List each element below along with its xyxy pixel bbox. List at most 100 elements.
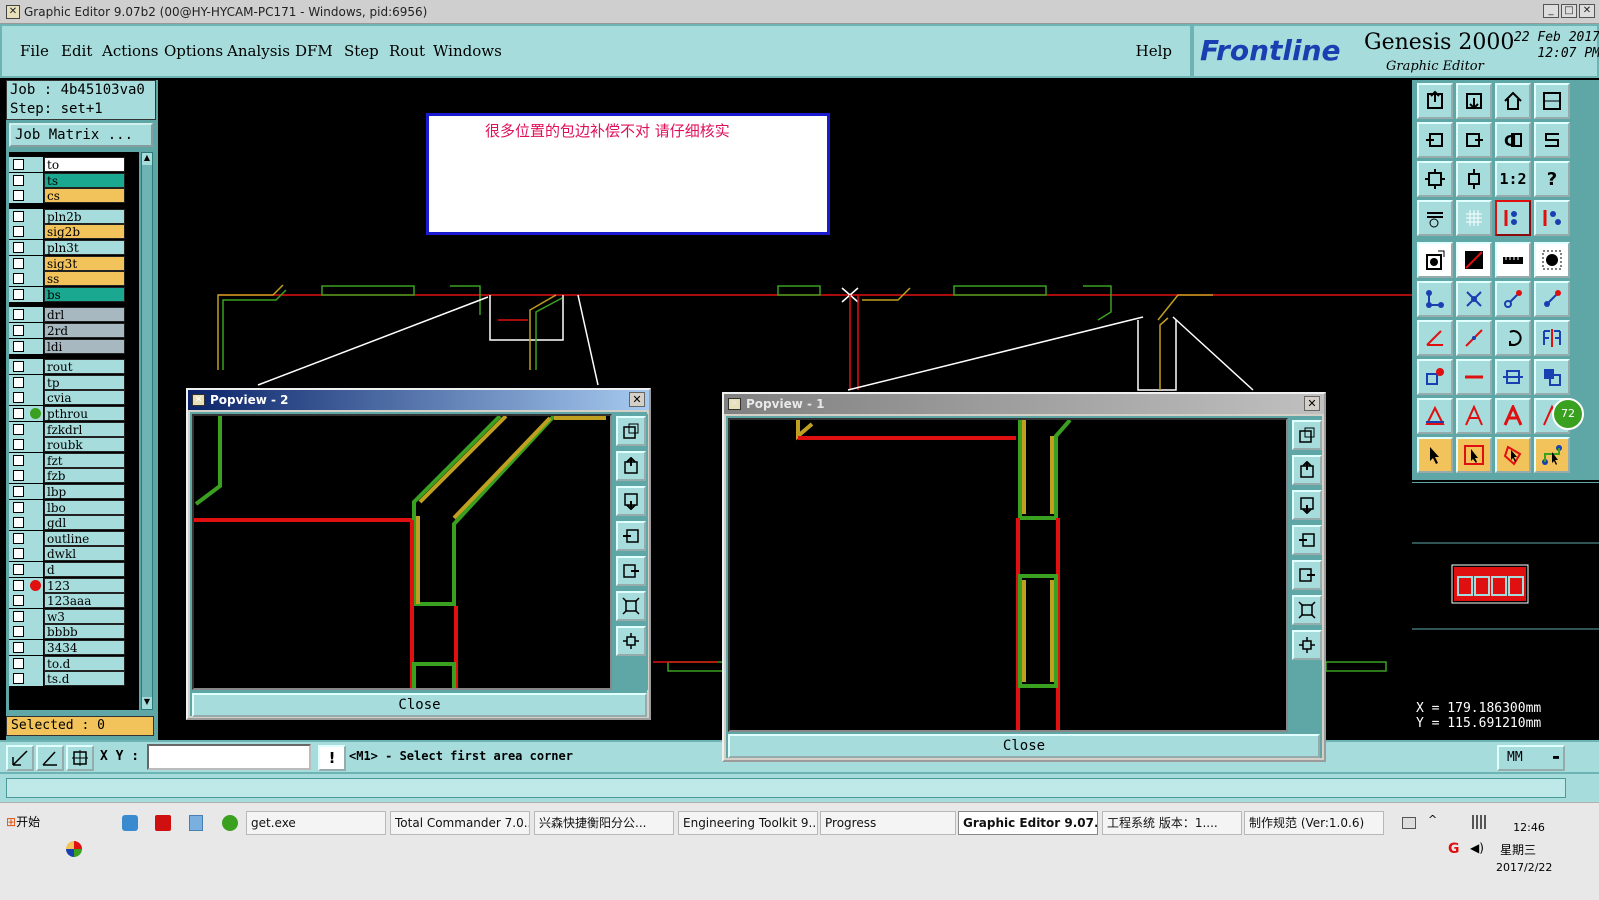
pop-zoom-box-icon[interactable] xyxy=(616,416,646,446)
grid-snap-icon[interactable] xyxy=(66,745,94,771)
pop-fit-icon[interactable] xyxy=(616,591,646,621)
grid-icon[interactable] xyxy=(1456,200,1492,236)
layer-checkbox[interactable] xyxy=(13,361,24,373)
layer-checkbox[interactable] xyxy=(13,673,24,685)
popview-2-view[interactable] xyxy=(192,414,612,690)
layer-row[interactable]: to.d xyxy=(9,655,139,671)
layer-checkbox[interactable] xyxy=(13,454,24,466)
menu-dfm[interactable]: DFM xyxy=(295,42,333,60)
layer-name[interactable]: drl xyxy=(44,307,125,323)
layer-name[interactable]: pln2b xyxy=(44,208,125,224)
layer-name[interactable]: gdl xyxy=(44,515,125,531)
popview-1-view[interactable] xyxy=(728,418,1288,732)
layer-name[interactable]: 123 xyxy=(44,577,125,593)
calculator-icon[interactable] xyxy=(189,815,203,831)
pop-pan-down-icon[interactable] xyxy=(616,486,646,516)
pop-pan-left-icon[interactable] xyxy=(1292,525,1322,555)
layer-row[interactable]: 123 xyxy=(9,577,139,593)
network-icon[interactable] xyxy=(1472,815,1488,829)
layer-row[interactable]: ts xyxy=(9,172,139,188)
layer-name[interactable]: d xyxy=(44,562,125,577)
net-select-icon[interactable] xyxy=(1534,200,1570,236)
tray-app-icon[interactable]: G xyxy=(1448,841,1460,857)
task-progress[interactable]: Progress xyxy=(820,811,956,835)
layer-name[interactable]: lbo xyxy=(44,499,125,515)
undo-zoom-icon[interactable]: ꓷ xyxy=(1495,122,1531,158)
layer-name[interactable]: 2rd xyxy=(44,323,125,338)
layer-name[interactable]: ss xyxy=(44,271,125,287)
layer-name[interactable]: bs xyxy=(44,286,125,302)
minimize-button[interactable]: _ xyxy=(1543,4,1559,18)
layer-row[interactable]: ss xyxy=(9,271,139,287)
layer-row[interactable]: cs xyxy=(9,188,139,204)
measure-tool-icon[interactable] xyxy=(1417,200,1453,236)
layer-name[interactable]: tp xyxy=(44,374,125,390)
popview-2-close-button[interactable]: Close xyxy=(192,693,647,717)
cross-nodes-icon[interactable] xyxy=(1456,281,1492,317)
layer-checkbox[interactable] xyxy=(13,548,24,560)
layer-checkbox[interactable] xyxy=(13,470,24,482)
add-line-icon[interactable] xyxy=(1495,281,1531,317)
popview-2-close-icon[interactable]: ✕ xyxy=(629,392,645,407)
keyboard-icon[interactable] xyxy=(1402,817,1416,829)
task-get-exe[interactable]: get.exe xyxy=(246,811,386,835)
browser-icon[interactable] xyxy=(222,815,238,831)
layer-scrollbar[interactable]: ▲ ▼ xyxy=(141,152,153,710)
layer-name[interactable]: pthrou xyxy=(44,406,125,421)
task-engineering-toolkit[interactable]: Engineering Toolkit 9.... xyxy=(678,811,818,835)
menu-step[interactable]: Step xyxy=(344,42,379,60)
layer-row[interactable]: roubk xyxy=(9,437,139,453)
pop-pan-down-icon[interactable] xyxy=(1292,490,1322,520)
select-pointer-icon[interactable] xyxy=(1417,437,1453,473)
xy-input[interactable] xyxy=(147,744,311,770)
menu-analysis[interactable]: Analysis xyxy=(227,42,290,60)
layer-name[interactable]: lbp xyxy=(44,484,125,499)
layer-name[interactable]: pln3t xyxy=(44,240,125,255)
diagonal-line-icon[interactable] xyxy=(1456,320,1492,356)
task-production-spec[interactable]: 制作规范 (Ver:1.0.6) xyxy=(1244,811,1384,835)
layer-row[interactable]: sig3t xyxy=(9,255,139,271)
pop-pan-right-icon[interactable] xyxy=(616,556,646,586)
pop-pan-left-icon[interactable] xyxy=(616,521,646,551)
text-tool-icon[interactable] xyxy=(1417,398,1453,434)
snap-icon[interactable] xyxy=(1534,122,1570,158)
layer-row[interactable]: ldi xyxy=(9,338,139,354)
overview-map[interactable] xyxy=(1412,482,1599,692)
layer-row[interactable]: 2rd xyxy=(9,323,139,338)
window-layout-icon[interactable] xyxy=(1534,83,1570,119)
layer-name[interactable]: ts.d xyxy=(44,671,125,687)
layer-name[interactable]: outline xyxy=(44,530,125,546)
connect-nodes-icon[interactable] xyxy=(1417,281,1453,317)
layer-name[interactable]: sig3t xyxy=(44,255,125,271)
net-highlight-icon[interactable] xyxy=(1495,200,1531,236)
zoom-left-icon[interactable] xyxy=(1417,122,1453,158)
menu-options[interactable]: Options xyxy=(164,42,223,60)
add-arc-icon[interactable] xyxy=(1534,281,1570,317)
layer-name[interactable]: fzb xyxy=(44,468,125,484)
layer-row[interactable]: sig2b xyxy=(9,224,139,240)
layer-row[interactable]: pln3t xyxy=(9,240,139,255)
layer-row[interactable]: dwkl xyxy=(9,546,139,562)
layer-row[interactable]: w3 xyxy=(9,608,139,624)
job-matrix-button[interactable]: Job Matrix ... xyxy=(9,123,153,147)
pop-fit-icon[interactable] xyxy=(1292,595,1322,625)
volume-icon[interactable]: ◀) xyxy=(1470,841,1484,855)
popview-1-titlebar[interactable]: ✕ Popview - 1 xyxy=(724,394,1324,414)
zoom-right-icon[interactable] xyxy=(1456,122,1492,158)
popview-1-close-icon[interactable]: ✕ xyxy=(1304,396,1320,411)
open-step-icon[interactable] xyxy=(1417,83,1453,119)
layer-row[interactable]: d xyxy=(9,562,139,577)
layer-row[interactable]: 123aaa xyxy=(9,593,139,609)
layer-row[interactable]: outline xyxy=(9,530,139,546)
scroll-down-arrow-icon[interactable]: ▼ xyxy=(142,697,152,709)
surface-feature-icon[interactable] xyxy=(1456,242,1492,278)
layer-name[interactable]: roubk xyxy=(44,437,125,453)
layer-name[interactable]: fzkdrl xyxy=(44,421,125,437)
layer-name[interactable]: sig2b xyxy=(44,224,125,240)
layer-row[interactable]: rout xyxy=(9,359,139,375)
layer-row[interactable]: bs xyxy=(9,286,139,302)
layer-checkbox[interactable] xyxy=(13,564,24,575)
layer-checkbox[interactable] xyxy=(13,579,24,591)
pop-pan-right-icon[interactable] xyxy=(1292,560,1322,590)
select-area-icon[interactable] xyxy=(1456,437,1492,473)
